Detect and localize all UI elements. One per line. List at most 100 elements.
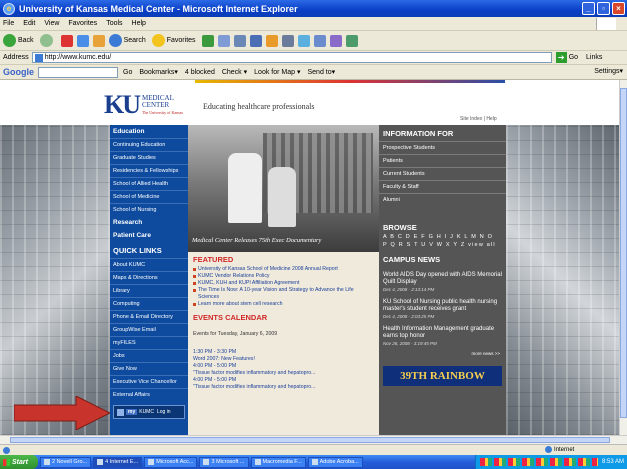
research-icon[interactable] (313, 34, 326, 47)
nav-school-of-nursing[interactable]: School of Nursing (110, 203, 188, 216)
google-settings-button[interactable]: Settings▾ (594, 67, 623, 75)
taskbar-button-microsoft[interactable]: 3 Microsoft ... (199, 456, 249, 468)
start-button[interactable]: Start (0, 455, 38, 469)
horizontal-scroll-thumb[interactable] (10, 437, 610, 443)
featured-item[interactable]: University of Kansas School of Medicine … (193, 266, 374, 273)
microsoft-icon (203, 459, 210, 465)
address-input[interactable]: http://www.kumc.edu/ (31, 52, 552, 63)
close-button[interactable]: × (612, 2, 625, 15)
search-button[interactable]: Search (108, 34, 146, 47)
print-icon[interactable] (233, 34, 246, 47)
horizontal-scrollbar[interactable] (0, 435, 627, 444)
menu-favorites[interactable]: Favorites (68, 20, 97, 27)
nav-continuing-education[interactable]: Continuing Education (110, 138, 188, 151)
featured-item[interactable]: KUMC, KUH and KUPI Affiliation Agreement (193, 280, 374, 287)
tools-icon[interactable] (329, 34, 342, 47)
nav-graduate-studies[interactable]: Graduate Studies (110, 151, 188, 164)
event-title[interactable]: "Tissue factor modifies inflammatory and… (193, 370, 374, 377)
taskbar-button-internet-explorer[interactable]: 4 Internet E... (93, 456, 143, 468)
mykumc-login-button[interactable]: my KUMC Log in (113, 405, 185, 419)
links-button[interactable]: Links (586, 54, 602, 61)
mail-icon[interactable] (217, 34, 230, 47)
refresh-icon[interactable] (76, 34, 89, 47)
news-item-title[interactable]: World AIDS Day opened with AIDS Memorial… (379, 268, 506, 286)
quick-link-maps[interactable]: Maps & Directions (110, 271, 188, 284)
info-patients[interactable]: Patients (379, 154, 506, 167)
browse-alphabet-row[interactable]: A B C D E F G H I J K L M N O (379, 233, 506, 241)
kumc-logo[interactable]: KU MEDICAL CENTER The University of Kans… (104, 90, 183, 120)
stop-icon[interactable] (60, 34, 73, 47)
news-item-title[interactable]: Health Information Management graduate e… (379, 322, 506, 340)
news-item-title[interactable]: KU School of Nursing public health nursi… (379, 295, 506, 313)
menu-file[interactable]: File (3, 20, 14, 27)
forward-button[interactable] (39, 34, 55, 47)
vertical-scroll-thumb[interactable] (620, 88, 627, 418)
history-icon[interactable] (201, 34, 214, 47)
google-search-input[interactable] (38, 66, 118, 78)
quick-link-external-affairs[interactable]: External Affairs (110, 388, 188, 401)
edit-icon[interactable] (249, 34, 262, 47)
bookmarks-button[interactable]: Bookmarks▾ (139, 68, 178, 76)
featured-item[interactable]: The Time Is Now: A 10-year Vision and St… (193, 287, 374, 301)
info-current-students[interactable]: Current Students (379, 167, 506, 180)
nav-residencies[interactable]: Residencies & Fellowships (110, 164, 188, 177)
vertical-scrollbar[interactable] (619, 80, 627, 435)
taskbar-button-acrobat[interactable]: Adobe Acroba... (307, 456, 363, 468)
minimize-button[interactable]: _ (582, 2, 595, 15)
event-title[interactable]: "Tissue factor modifies inflammatory and… (193, 384, 374, 391)
info-faculty-staff[interactable]: Faculty & Staff (379, 180, 506, 193)
nav-allied-health[interactable]: School of Allied Health (110, 177, 188, 190)
window-title: University of Kansas Medical Center - Mi… (19, 3, 298, 14)
go-button[interactable]: ➔ Go (555, 52, 578, 63)
quick-link-library[interactable]: Library (110, 284, 188, 297)
menu-tools[interactable]: Tools (106, 20, 122, 27)
folder-icon[interactable] (265, 34, 278, 47)
events-calendar-heading[interactable]: EVENTS CALENDAR (193, 313, 374, 322)
taskbar-button-macromedia[interactable]: Macromedia F... (250, 456, 306, 468)
more-news-link[interactable]: more news >> (379, 349, 506, 360)
browse-alphabet-row[interactable]: P Q R S T U V W X Y Z view all (379, 241, 506, 249)
messenger-icon[interactable] (297, 34, 310, 47)
home-icon[interactable] (92, 34, 105, 47)
quick-link-about[interactable]: About KUMC (110, 258, 188, 271)
hero-photo[interactable]: Medical Center Releases 75th Exec Docume… (188, 125, 379, 252)
site-index-help-links[interactable]: Site Index | Help (460, 116, 497, 122)
rainbow-banner[interactable]: 39TH RAINBOW (383, 366, 502, 386)
nav-patient-care[interactable]: Patient Care (110, 229, 188, 242)
window-title-bar[interactable]: e University of Kansas Medical Center - … (0, 0, 627, 17)
popup-blocked-button[interactable]: 4 blocked (185, 69, 215, 76)
plugin-icon[interactable] (345, 34, 358, 47)
discuss-icon[interactable] (281, 34, 294, 47)
taskbar-button-novell[interactable]: 2 Novell Gro... (40, 456, 92, 468)
menu-edit[interactable]: Edit (23, 20, 35, 27)
featured-item[interactable]: Learn more about stem cell research (193, 301, 374, 308)
maximize-button[interactable]: ▫ (597, 2, 610, 15)
featured-item[interactable]: KUMC Vendor Relations Policy (193, 273, 374, 280)
google-go-button[interactable]: Go (123, 69, 132, 76)
quick-link-myfiles[interactable]: myFILES (110, 336, 188, 349)
spell-check-button[interactable]: Check ▾ (222, 68, 247, 76)
google-logo[interactable]: Google (3, 67, 34, 77)
tray-icons[interactable] (480, 458, 598, 466)
taskbar-button-access[interactable]: Microsoft Acc... (144, 456, 198, 468)
nav-research[interactable]: Research (110, 216, 188, 229)
page-header: KU MEDICAL CENTER The University of Kans… (0, 80, 619, 125)
info-alumni[interactable]: Alumni (379, 193, 506, 206)
map-lookup-button[interactable]: Look for Map ▾ (254, 68, 300, 76)
favorites-button[interactable]: Favorites (151, 34, 196, 47)
quick-link-groupwise[interactable]: GroupWise Email (110, 323, 188, 336)
nav-school-of-medicine[interactable]: School of Medicine (110, 190, 188, 203)
quick-link-evc[interactable]: Executive Vice Chancellor (110, 375, 188, 388)
event-title[interactable]: Word 2007: New Features! (193, 356, 374, 363)
info-prospective-students[interactable]: Prospective Students (379, 141, 506, 154)
quick-link-give-now[interactable]: Give Now (110, 362, 188, 375)
menu-help[interactable]: Help (132, 20, 146, 27)
send-to-button[interactable]: Send to▾ (307, 68, 335, 76)
hero-caption: Medical Center Releases 75th Exec Docume… (192, 237, 322, 244)
menu-view[interactable]: View (44, 20, 59, 27)
quick-link-jobs[interactable]: Jobs (110, 349, 188, 362)
back-button[interactable]: Back (3, 34, 34, 47)
quick-link-directory[interactable]: Phone & Email Directory (110, 310, 188, 323)
nav-education[interactable]: Education (110, 125, 188, 138)
quick-link-computing[interactable]: Computing (110, 297, 188, 310)
